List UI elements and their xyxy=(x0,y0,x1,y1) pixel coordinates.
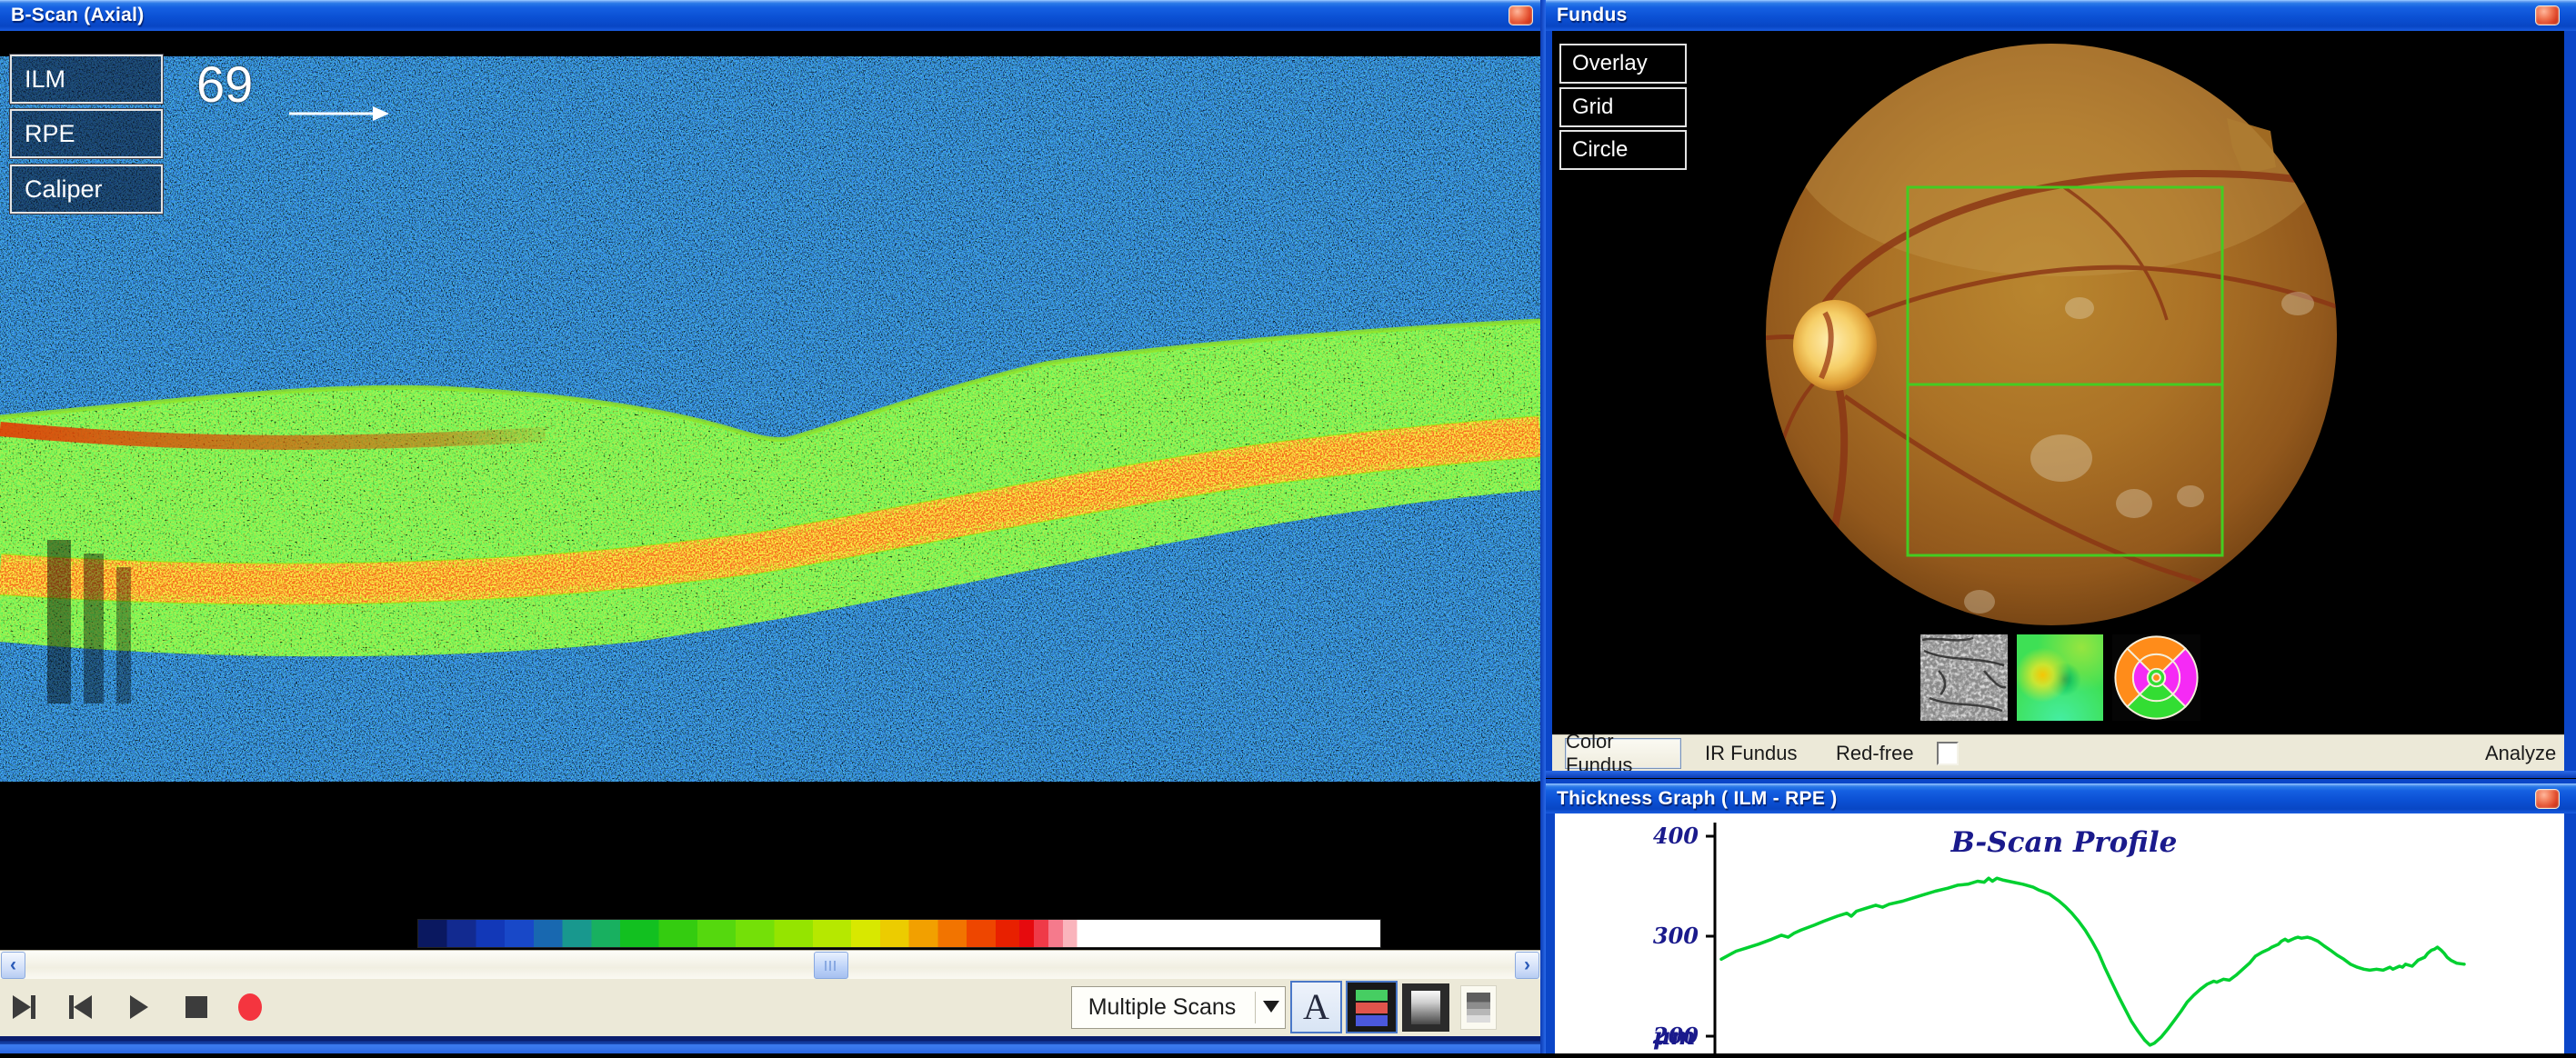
svg-text:µm: µm xyxy=(1653,1023,1696,1051)
overlay-button-label: Overlay xyxy=(1572,51,1648,76)
grayscale-mode-button[interactable] xyxy=(1402,983,1449,1032)
ilm-button-label: ILM xyxy=(25,65,65,94)
color-mode-button[interactable] xyxy=(1346,981,1398,1033)
stop-button[interactable] xyxy=(178,988,215,1026)
thickness-titlebar[interactable]: Thickness Graph ( ILM - RPE ) xyxy=(1546,784,2576,813)
thickness-map-thumbnail[interactable] xyxy=(2017,634,2103,721)
caliper-button-label: Caliper xyxy=(25,175,103,204)
tab-color-fundus[interactable]: Color Fundus xyxy=(1565,738,1681,769)
bscan-window-title: B-Scan (Axial) xyxy=(11,5,145,26)
scan-index-label: 69 xyxy=(196,55,253,114)
caliper-button[interactable]: Caliper xyxy=(10,165,163,214)
thickness-window-title: Thickness Graph ( ILM - RPE ) xyxy=(1557,788,1838,810)
fundus-tabstrip: Color Fundus IR Fundus Red-free Analyze xyxy=(1552,734,2564,771)
grid-button[interactable]: Grid xyxy=(1559,87,1687,127)
bscan-image-area[interactable]: ILM RPE Caliper 69 xyxy=(0,31,1540,950)
oct-scan-image xyxy=(0,31,1540,950)
intensity-colorbar xyxy=(418,920,1380,947)
scan-mode-value: Multiple Scans xyxy=(1072,987,1252,1028)
skip-to-end-button[interactable] xyxy=(5,988,42,1026)
dropdown-arrow-icon[interactable] xyxy=(1263,1001,1279,1013)
svg-text:300: 300 xyxy=(1653,923,1699,949)
close-button[interactable] xyxy=(1509,5,1533,25)
analyze-button[interactable]: Analyze xyxy=(2485,735,2556,772)
red-free-checkbox[interactable] xyxy=(1937,742,1959,765)
bscan-titlebar[interactable]: B-Scan (Axial) xyxy=(0,0,1546,31)
overlay-button[interactable]: Overlay xyxy=(1559,44,1687,84)
bscan-window: B-Scan (Axial) xyxy=(0,0,1546,1053)
tab-red-free[interactable]: Red-free xyxy=(1836,735,1914,772)
bscan-horizontal-scrollbar[interactable]: ‹ › xyxy=(0,950,1540,979)
close-button[interactable] xyxy=(2535,5,2560,25)
annotation-text-button[interactable]: A xyxy=(1290,981,1342,1033)
record-button[interactable] xyxy=(232,988,268,1026)
circle-button-label: Circle xyxy=(1572,137,1628,163)
rpe-button[interactable]: RPE xyxy=(10,109,163,158)
scan-direction-arrow-icon xyxy=(289,105,391,122)
scroll-right-button[interactable]: › xyxy=(1515,952,1539,979)
svg-text:400: 400 xyxy=(1653,823,1699,849)
close-button[interactable] xyxy=(2535,789,2560,809)
vessel-map-thumbnail[interactable] xyxy=(1920,634,2008,721)
scrollbar-thumb[interactable] xyxy=(814,952,848,979)
window-edge xyxy=(1546,771,2576,778)
bscan-profile-chart: 400300200µmB-Scan Profile xyxy=(1555,813,2564,1053)
play-button[interactable] xyxy=(121,988,157,1026)
thickness-graph-window: Thickness Graph ( ILM - RPE ) 400300200µ… xyxy=(1546,779,2576,1053)
fundus-window-title: Fundus xyxy=(1557,5,1628,26)
fundus-image-area[interactable]: Overlay Grid Circle xyxy=(1552,31,2564,734)
inverse-grayscale-button[interactable] xyxy=(1460,985,1497,1030)
thickness-chart-area: 400300200µmB-Scan Profile xyxy=(1555,813,2564,1053)
scan-mode-dropdown[interactable]: Multiple Scans xyxy=(1071,986,1286,1029)
skip-to-start-button[interactable] xyxy=(62,988,98,1026)
etdrs-grid-thumbnail[interactable] xyxy=(2112,634,2200,721)
fundus-window: Fundus xyxy=(1546,0,2576,778)
circle-button[interactable]: Circle xyxy=(1559,130,1687,170)
ilm-button[interactable]: ILM xyxy=(10,55,163,104)
fundus-titlebar[interactable]: Fundus xyxy=(1546,0,2576,31)
scroll-left-button[interactable]: ‹ xyxy=(1,952,25,979)
bscan-toolbar: Multiple Scans A xyxy=(0,979,1540,1036)
lower-window-edge xyxy=(0,1036,1540,1053)
fundus-photo xyxy=(1552,31,2564,734)
svg-text:B-Scan Profile: B-Scan Profile xyxy=(1950,826,2178,859)
rpe-button-label: RPE xyxy=(25,120,75,148)
grid-button-label: Grid xyxy=(1572,95,1613,120)
tab-ir-fundus[interactable]: IR Fundus xyxy=(1705,735,1798,772)
